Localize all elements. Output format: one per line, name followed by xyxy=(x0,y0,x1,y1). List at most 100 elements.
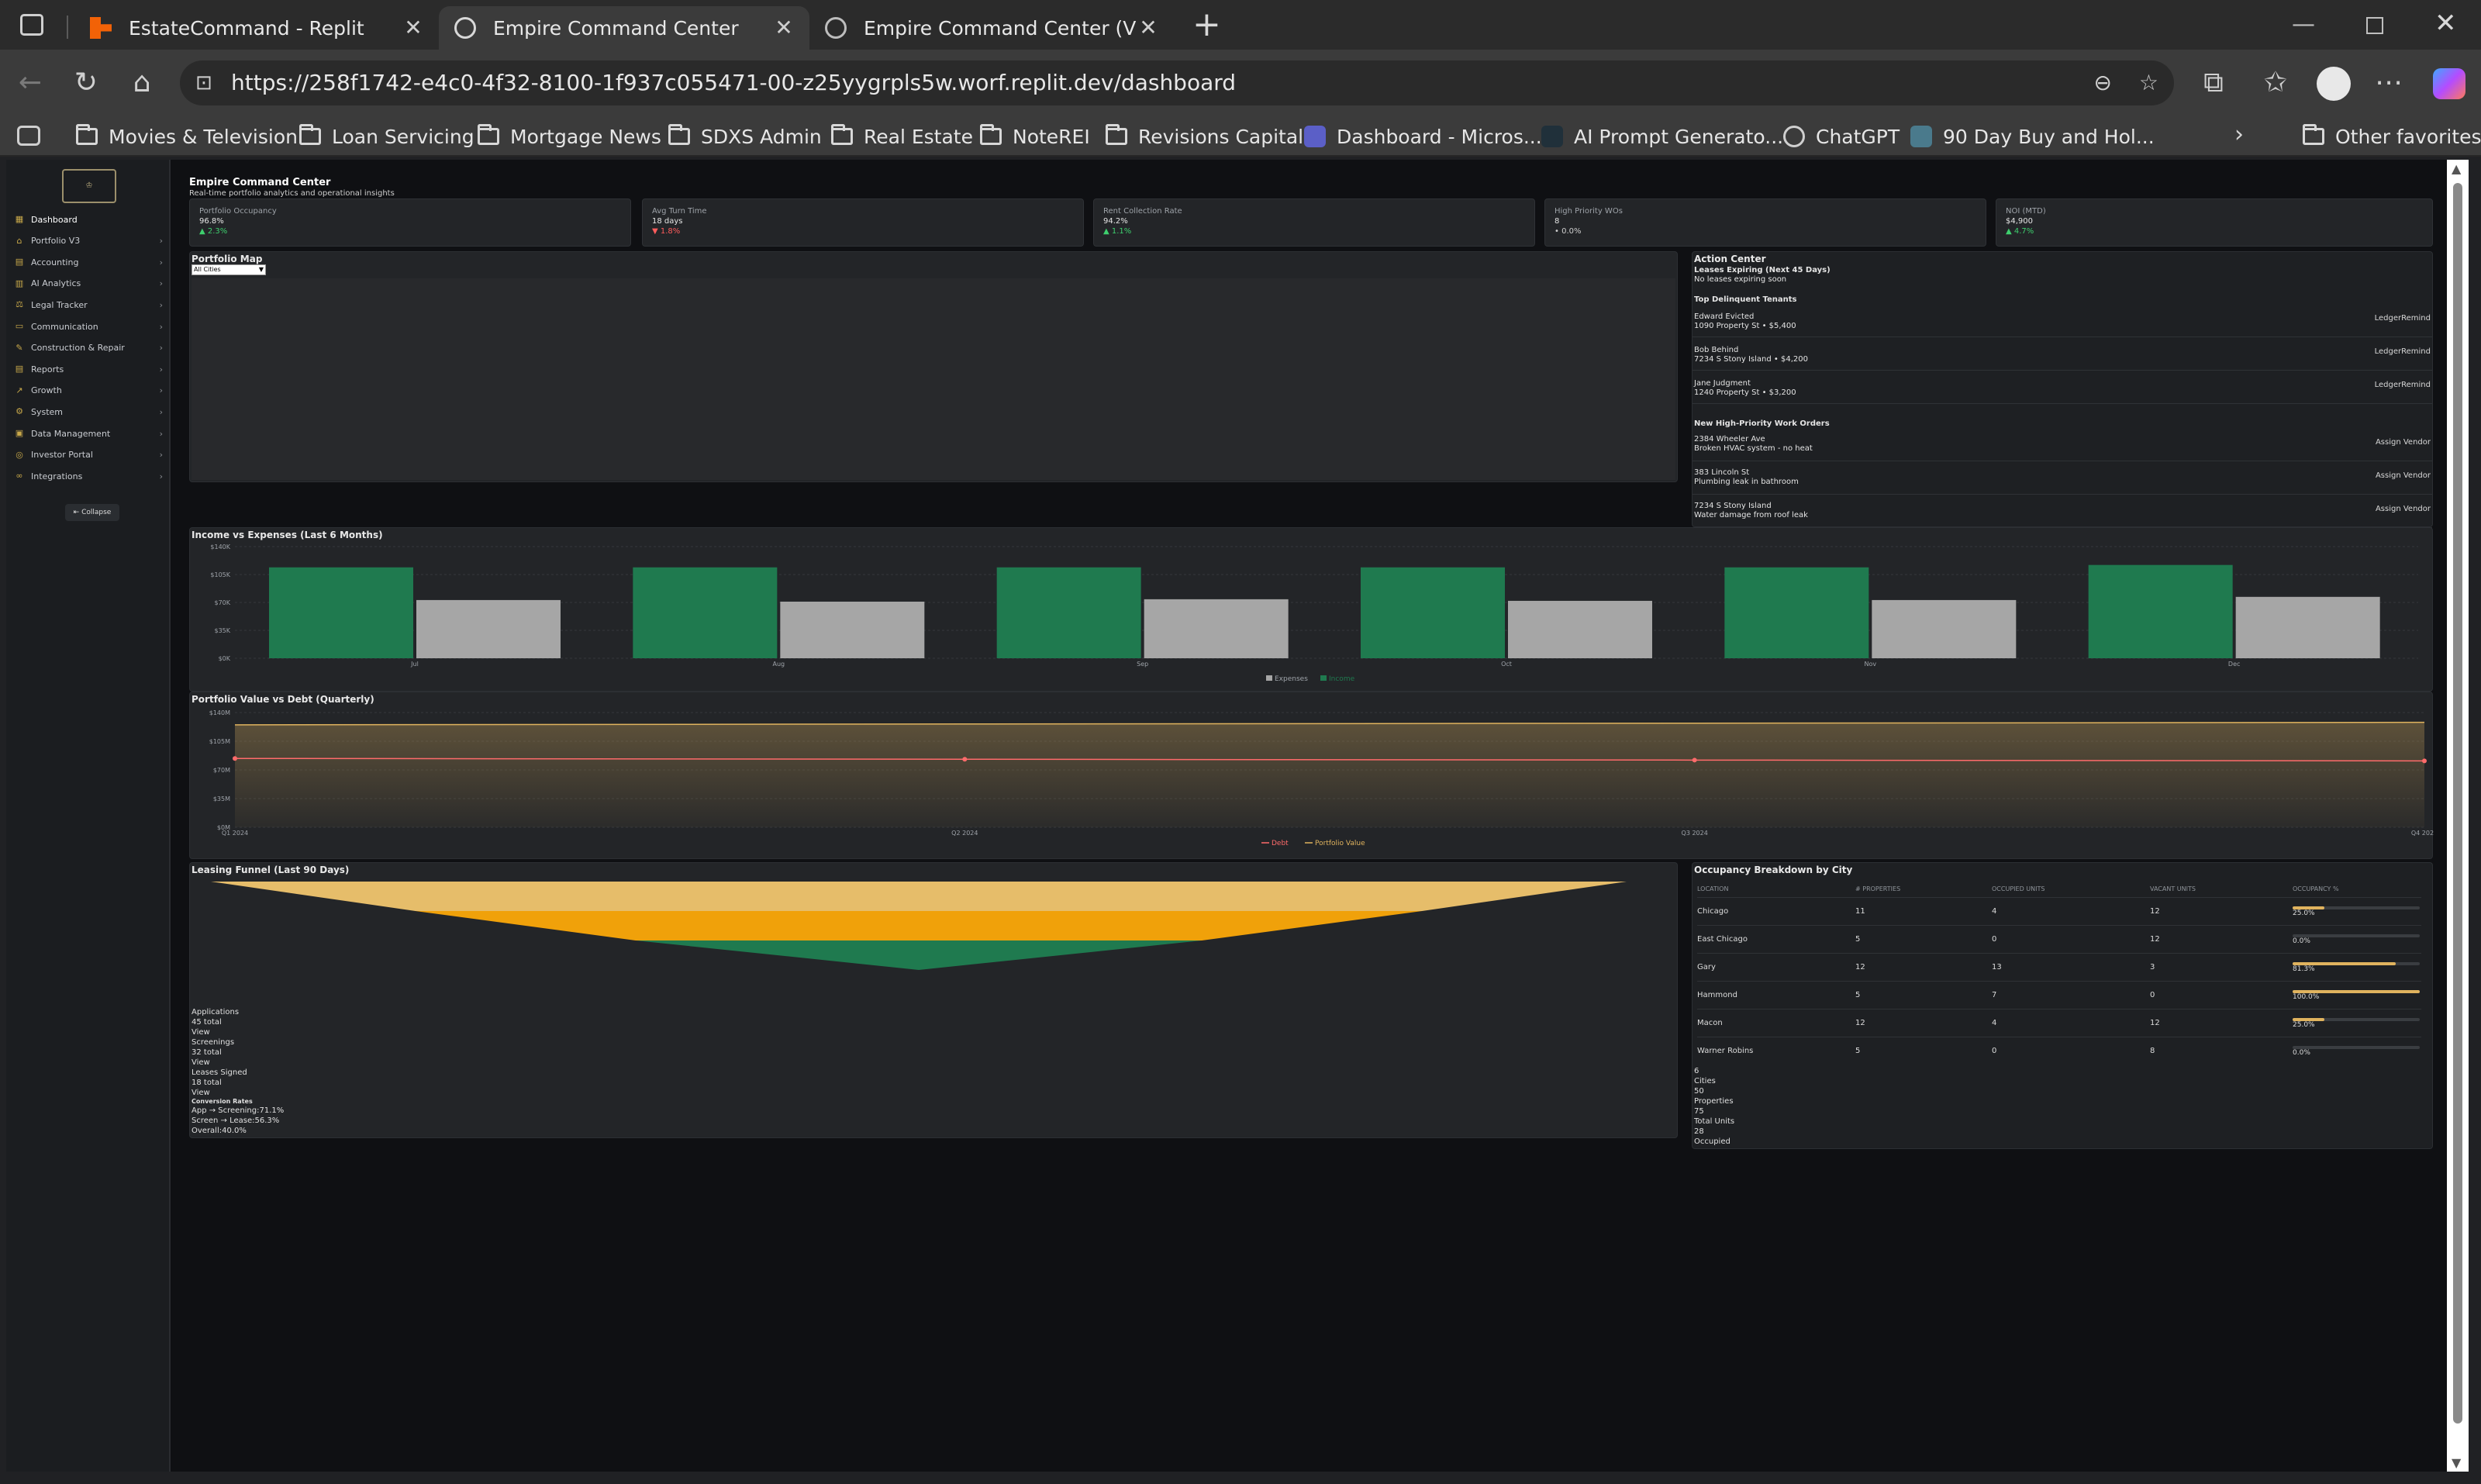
sidebar-item-investor-portal[interactable]: ◎ Investor Portal › xyxy=(14,447,166,464)
bar-income[interactable] xyxy=(1361,567,1505,658)
debt-point[interactable] xyxy=(2422,758,2427,764)
debt-point[interactable] xyxy=(962,757,968,762)
sidebar-item-reports[interactable]: ▤ Reports › xyxy=(14,361,166,378)
table-row[interactable]: Warner Robins 5 0 8 0.0% xyxy=(1697,1036,2421,1065)
assign-vendor-button[interactable]: Assign Vendor xyxy=(2376,505,2431,513)
city-filter-select[interactable]: All Cities ▼ xyxy=(192,264,266,275)
favorites-icon[interactable]: ✩ xyxy=(2256,64,2295,102)
kpi-card[interactable]: Rent Collection Rate 94.2% ▲ 1.1% xyxy=(1093,198,1535,247)
bar-income[interactable] xyxy=(633,567,778,658)
sidebar-item-accounting[interactable]: ▤ Accounting › xyxy=(14,254,166,271)
bar-expenses[interactable] xyxy=(416,599,561,658)
bookmark-90-day[interactable]: 90 Day Buy and Hol... xyxy=(1910,121,2155,152)
funnel-stage-applications[interactable] xyxy=(211,882,1627,911)
legend-label[interactable]: Expenses xyxy=(1275,675,1308,683)
tab-empire-command-center-v5[interactable]: Empire Command Center (V 5.0) ✕ xyxy=(809,6,1174,50)
tab-empire-command-center[interactable]: Empire Command Center ✕ xyxy=(439,6,809,50)
bar-income[interactable] xyxy=(2088,564,2233,658)
sidebar-toggle-icon[interactable] xyxy=(20,14,43,36)
sidebar-item-ai-analytics[interactable]: ▥ AI Analytics › xyxy=(14,275,166,292)
sidebar-item-communication[interactable]: ▭ Communication › xyxy=(14,318,166,335)
sidebar-item-data-management[interactable]: ▣ Data Management › xyxy=(14,425,166,442)
table-row[interactable]: East Chicago 5 0 12 0.0% xyxy=(1697,924,2421,953)
zoom-icon[interactable]: ⊖ xyxy=(2094,60,2112,105)
debt-point[interactable] xyxy=(233,756,237,761)
map-canvas[interactable] xyxy=(192,278,1675,480)
table-row[interactable]: Macon 12 4 12 25.0% xyxy=(1697,1008,2421,1037)
funnel-view-link[interactable]: View xyxy=(192,1027,284,1037)
bookmark-other-favorites[interactable]: Other favorites xyxy=(2303,121,2481,152)
sidebar-item-system[interactable]: ⚙ System › xyxy=(14,403,166,420)
minimize-icon[interactable]: — xyxy=(2292,11,2315,38)
funnel-view-link[interactable]: View xyxy=(192,1058,284,1068)
back-icon[interactable]: ← xyxy=(11,64,50,102)
kpi-card[interactable]: Avg Turn Time 18 days ▼ 1.8% xyxy=(642,198,1084,247)
bookmark-loan-servicing[interactable]: Loan Servicing xyxy=(299,121,474,152)
more-menu-icon[interactable]: ⋯ xyxy=(2369,64,2408,102)
sidebar-item-dashboard[interactable]: ▦ Dashboard xyxy=(14,211,166,228)
kpi-card[interactable]: High Priority WOs 8 • 0.0% xyxy=(1544,198,1986,247)
favorite-star-icon[interactable]: ☆ xyxy=(2139,60,2158,105)
table-row[interactable]: Chicago 11 4 12 25.0% xyxy=(1697,896,2421,925)
close-tab-icon[interactable]: ✕ xyxy=(774,17,794,39)
assign-vendor-button[interactable]: Assign Vendor xyxy=(2376,471,2431,480)
copilot-icon[interactable] xyxy=(2433,68,2465,99)
legend-label[interactable]: Debt xyxy=(1272,840,1289,847)
extensions-icon[interactable]: ⧉ xyxy=(2194,64,2233,102)
bar-expenses[interactable] xyxy=(2235,596,2380,658)
bookmark-movies[interactable]: Movies & Television xyxy=(76,121,298,152)
bookmark-noterei[interactable]: NoteREI xyxy=(980,121,1090,152)
bar-income[interactable] xyxy=(996,567,1141,658)
bookmark-dashboard-micros[interactable]: Dashboard - Micros... xyxy=(1304,121,1542,152)
refresh-icon[interactable]: ↻ xyxy=(67,64,105,102)
scroll-down-icon[interactable]: ▼ xyxy=(2452,1455,2461,1470)
sidebar-item-legal-tracker[interactable]: ⚖ Legal Tracker › xyxy=(14,296,166,313)
legend-label[interactable]: Income xyxy=(1329,675,1355,683)
close-window-icon[interactable]: ✕ xyxy=(2434,8,2457,39)
home-icon[interactable]: ⌂ xyxy=(122,64,161,102)
bar-expenses[interactable] xyxy=(1872,599,2017,658)
sidebar-item-integrations[interactable]: ∞ Integrations › xyxy=(14,468,166,485)
sidebar-item-portfolio-v3[interactable]: ⌂ Portfolio V3 › xyxy=(14,233,166,250)
bar-income[interactable] xyxy=(269,567,413,658)
address-bar[interactable]: ⊡ https://258f1742-e4c0-4f32-8100-1f937c… xyxy=(180,60,2174,105)
bookmark-real-estate[interactable]: Real Estate xyxy=(831,121,973,152)
ledger-remind-button[interactable]: LedgerRemind xyxy=(2375,381,2431,389)
sidebar-item-construction-repair[interactable]: ✎ Construction & Repair › xyxy=(14,340,166,357)
table-row[interactable]: Hammond 5 7 0 100.0% xyxy=(1697,980,2421,1009)
bookmark-sdxs-admin[interactable]: SDXS Admin xyxy=(668,121,822,152)
reading-list-icon[interactable] xyxy=(17,126,40,146)
ledger-remind-button[interactable]: LedgerRemind xyxy=(2375,347,2431,356)
debt-point[interactable] xyxy=(1692,758,1697,763)
bookmark-chatgpt[interactable]: ChatGPT xyxy=(1783,121,1900,152)
scroll-up-icon[interactable]: ▲ xyxy=(2452,161,2461,176)
table-row[interactable]: Gary 12 13 3 81.3% xyxy=(1697,952,2421,981)
bar-expenses[interactable] xyxy=(1144,599,1289,658)
bar-expenses[interactable] xyxy=(1508,600,1652,658)
ledger-remind-button[interactable]: LedgerRemind xyxy=(2375,314,2431,323)
bar-income[interactable] xyxy=(1724,567,1869,658)
funnel-stage-screenings[interactable] xyxy=(415,911,1423,940)
legend-label[interactable]: Portfolio Value xyxy=(1315,840,1365,847)
site-info-icon[interactable]: ⊡ xyxy=(195,60,212,105)
restore-icon[interactable] xyxy=(2366,17,2383,34)
profile-avatar[interactable] xyxy=(2317,67,2351,101)
close-tab-icon[interactable]: ✕ xyxy=(403,17,423,39)
bar-expenses[interactable] xyxy=(780,601,925,658)
bookmark-revisions-capital[interactable]: Revisions Capital xyxy=(1106,121,1303,152)
close-tab-icon[interactable]: ✕ xyxy=(1138,17,1158,39)
scrollbar-thumb[interactable] xyxy=(2453,183,2462,1424)
sidebar-item-growth[interactable]: ↗ Growth › xyxy=(14,382,166,399)
new-tab-icon[interactable]: + xyxy=(1192,5,1221,44)
funnel-view-link[interactable]: View xyxy=(192,1088,284,1098)
tab-estatecommand[interactable]: EstateCommand - Replit ✕ xyxy=(74,6,439,50)
page-scrollbar[interactable]: ▲ ▼ xyxy=(2447,160,2469,1472)
kpi-card[interactable]: Portfolio Occupancy 96.8% ▲ 2.3% xyxy=(189,198,631,247)
chevron-right-icon[interactable]: › xyxy=(2234,121,2244,148)
kpi-card[interactable]: NOI (MTD) $4,900 ▲ 4.7% xyxy=(1996,198,2433,247)
assign-vendor-button[interactable]: Assign Vendor xyxy=(2376,438,2431,447)
collapse-button[interactable]: ⇤ Collapse xyxy=(65,504,119,521)
bookmark-mortgage-news[interactable]: Mortgage News xyxy=(478,121,661,152)
funnel-stage-leases-signed[interactable] xyxy=(635,940,1203,970)
bookmark-ai-prompt[interactable]: AI Prompt Generato... xyxy=(1541,121,1783,152)
